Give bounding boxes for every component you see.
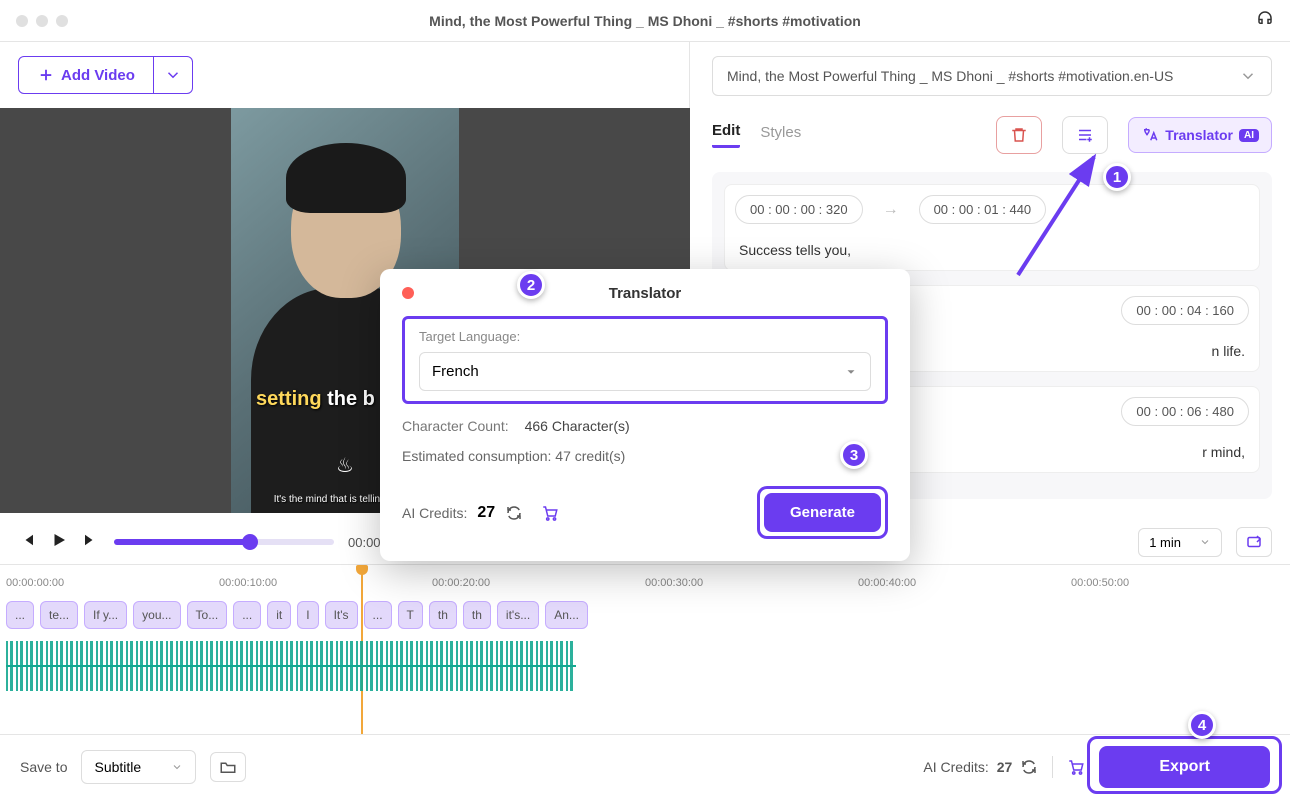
folder-button[interactable]	[210, 752, 246, 782]
subtitle-chip[interactable]: T	[398, 601, 423, 629]
progress-bar[interactable]	[114, 539, 334, 545]
save-to-label: Save to	[20, 759, 67, 775]
ruler-tick: 00:00:20:00	[432, 577, 645, 589]
support-icon[interactable]	[1256, 9, 1274, 32]
end-time[interactable]: 00 : 00 : 01 : 440	[919, 195, 1047, 224]
chevron-down-icon	[171, 761, 183, 773]
close-window-icon[interactable]	[16, 15, 28, 27]
watermark-icon: ♨	[336, 453, 354, 478]
end-time[interactable]: 00 : 00 : 06 : 480	[1121, 397, 1249, 426]
char-count-label: Character Count:	[402, 418, 509, 434]
list-add-button[interactable]	[1062, 116, 1108, 154]
translate-icon	[1141, 126, 1159, 144]
maximize-window-icon[interactable]	[56, 15, 68, 27]
subtitle-chip[interactable]: te...	[40, 601, 78, 629]
list-icon	[1076, 126, 1094, 144]
modal-credits-label: AI Credits:	[402, 505, 467, 521]
subtitle-chip[interactable]: I	[297, 601, 318, 629]
chevron-down-icon	[1199, 536, 1211, 548]
subtitle-track[interactable]: ...te...If y...you...To......itIIt's...T…	[0, 595, 1290, 635]
traffic-lights	[16, 15, 68, 27]
save-kind-select[interactable]: Subtitle	[81, 750, 196, 784]
end-time[interactable]: 00 : 00 : 04 : 160	[1121, 296, 1249, 325]
estimated-consumption: Estimated consumption: 47 credit(s)	[402, 448, 888, 464]
subtitle-chip[interactable]: it	[267, 601, 291, 629]
subtitle-chip[interactable]: ...	[364, 601, 392, 629]
minimize-window-icon[interactable]	[36, 15, 48, 27]
ruler-tick: 00:00:00:00	[6, 577, 219, 589]
subtitle-block[interactable]: 00 : 00 : 00 : 320 → 00 : 00 : 01 : 440 …	[724, 184, 1260, 271]
ruler-tick: 00:00:10:00	[219, 577, 432, 589]
ai-badge: AI	[1239, 129, 1259, 142]
language-selection-frame: Target Language: French	[402, 316, 888, 404]
annotation-3: 3	[840, 441, 868, 469]
subtitle-chip[interactable]: you...	[133, 601, 180, 629]
cart-icon[interactable]	[1067, 758, 1085, 776]
time-ruler: 00:00:00:00 00:00:10:00 00:00:20:00 00:0…	[0, 577, 1290, 595]
add-video-label: Add Video	[61, 67, 135, 84]
trash-icon	[1010, 126, 1028, 144]
start-time[interactable]: 00 : 00 : 00 : 320	[735, 195, 863, 224]
chevron-down-icon	[844, 365, 858, 379]
char-count-value: 466 Character(s)	[525, 418, 630, 434]
tab-edit[interactable]: Edit	[712, 122, 740, 148]
window-title: Mind, the Most Powerful Thing _ MS Dhoni…	[429, 13, 861, 29]
subtitle-text[interactable]: Success tells you,	[725, 230, 1259, 270]
modal-credits-value: 27	[477, 504, 495, 522]
refresh-icon[interactable]	[505, 504, 523, 522]
close-modal-button[interactable]	[402, 287, 414, 299]
subtitle-chip[interactable]: ...	[233, 601, 261, 629]
chevron-down-icon	[1239, 67, 1257, 85]
tab-styles[interactable]: Styles	[760, 124, 801, 147]
prev-frame-button[interactable]	[18, 531, 36, 554]
generate-frame: Generate	[757, 486, 888, 539]
modal-title: Translator	[609, 285, 682, 302]
delete-button[interactable]	[996, 116, 1042, 154]
export-button[interactable]: Export	[1099, 746, 1270, 788]
subtitle-file-select[interactable]: Mind, the Most Powerful Thing _ MS Dhoni…	[712, 56, 1272, 96]
subtitle-chip[interactable]: it's...	[497, 601, 539, 629]
subtitle-file-name: Mind, the Most Powerful Thing _ MS Dhoni…	[727, 68, 1173, 84]
ruler-tick: 00:00:30:00	[645, 577, 858, 589]
zoom-select[interactable]: 1 min	[1138, 528, 1222, 557]
subtitle-chip[interactable]: It's	[325, 601, 358, 629]
audio-waveform[interactable]	[6, 641, 576, 691]
refresh-icon[interactable]	[1020, 758, 1038, 776]
arrow-right-icon: →	[883, 201, 899, 219]
subtitle-chip[interactable]: th	[463, 601, 491, 629]
generate-button[interactable]: Generate	[764, 493, 881, 532]
add-video-button[interactable]: Add Video	[18, 56, 154, 94]
translator-label: Translator	[1165, 127, 1233, 143]
preview-subtitle: setting the b	[256, 388, 375, 411]
cart-icon[interactable]	[541, 504, 559, 522]
translator-button[interactable]: Translator AI	[1128, 117, 1272, 153]
subtitle-chip[interactable]: ...	[6, 601, 34, 629]
ruler-tick: 00:00:50:00	[1071, 577, 1284, 589]
subtitle-chip[interactable]: If y...	[84, 601, 127, 629]
play-button[interactable]	[50, 531, 68, 554]
target-language-label: Target Language:	[419, 329, 871, 344]
next-frame-button[interactable]	[82, 531, 100, 554]
target-language-select[interactable]: French	[419, 352, 871, 391]
timeline-jump-button[interactable]	[1236, 527, 1272, 557]
subtitle-chip[interactable]: An...	[545, 601, 588, 629]
annotation-4: 4	[1188, 711, 1216, 739]
timeline[interactable]: 00:00:00:00 00:00:10:00 00:00:20:00 00:0…	[0, 564, 1290, 734]
ruler-tick: 00:00:40:00	[858, 577, 1071, 589]
subtitle-chip[interactable]: To...	[187, 601, 228, 629]
annotation-2: 2	[517, 271, 545, 299]
title-bar: Mind, the Most Powerful Thing _ MS Dhoni…	[0, 0, 1290, 42]
annotation-1: 1	[1103, 163, 1131, 191]
subtitle-chip[interactable]: th	[429, 601, 457, 629]
ai-credits-footer: AI Credits: 27	[923, 758, 1038, 776]
translator-modal: Translator Target Language: French Chara…	[380, 269, 910, 561]
add-video-dropdown[interactable]	[154, 56, 193, 94]
footer-bar: Save to Subtitle AI Credits: 27 Export	[0, 734, 1290, 798]
